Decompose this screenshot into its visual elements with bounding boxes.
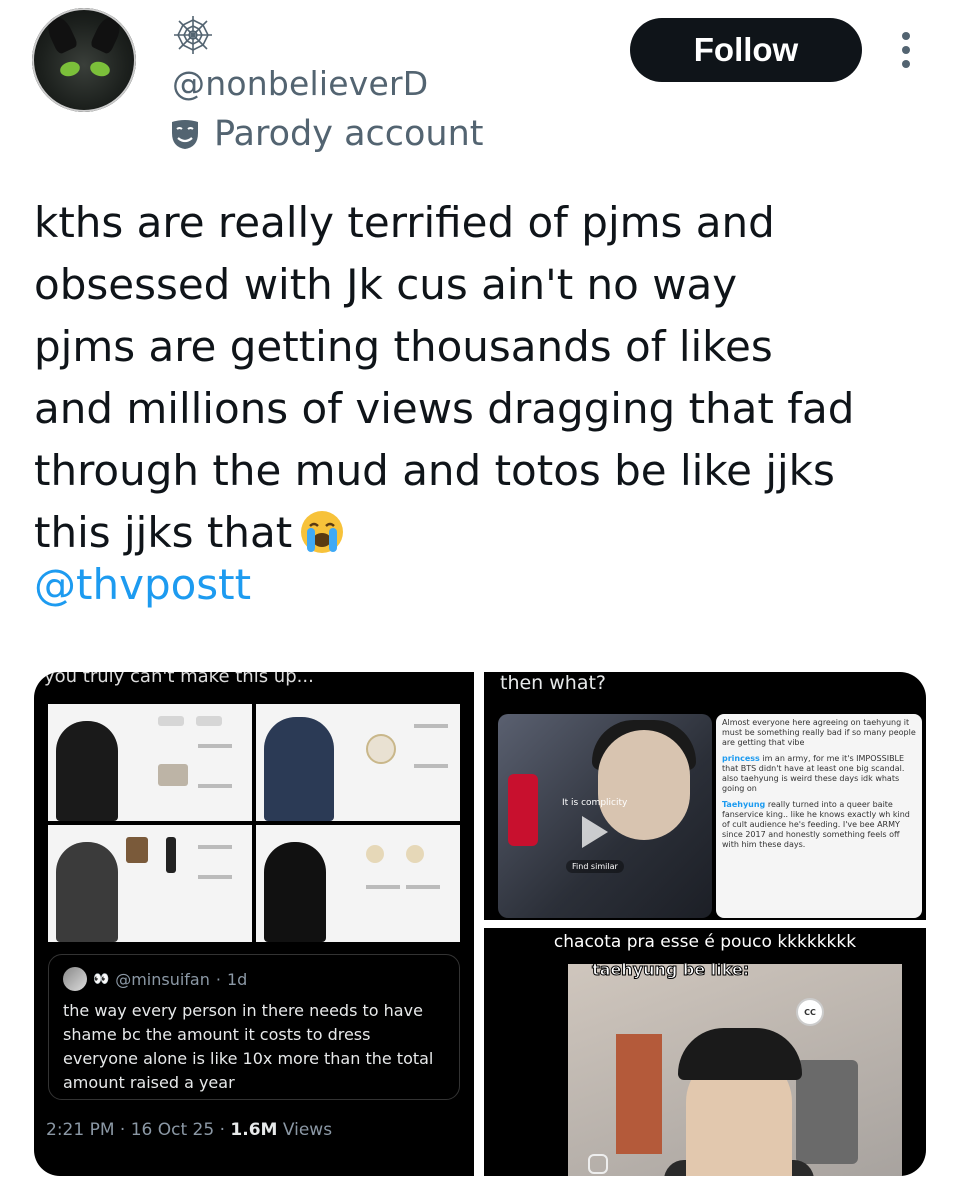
product-item	[196, 716, 222, 726]
pants-item	[166, 837, 176, 873]
quote-header: 👀 @minsuifan · 1d	[63, 967, 445, 991]
comment: Taehyung really turned into a queer bait…	[722, 800, 916, 850]
find-similar: Find similar	[566, 860, 624, 873]
tweet-line: through the mud and totos be like jjks	[34, 446, 835, 495]
quote-text: the way every person in there needs to h…	[63, 1001, 434, 1092]
tweet-line: obsessed with Jk cus ain't no way	[34, 260, 738, 309]
bag-item	[158, 764, 188, 786]
separator-dot: ·	[219, 1120, 231, 1140]
follow-button[interactable]: Follow	[630, 18, 862, 82]
collage-cell	[48, 825, 252, 942]
cc-icon: CC	[796, 998, 824, 1026]
comment-user: princess	[722, 754, 760, 763]
tweet-line-last: this jjks that	[34, 502, 924, 564]
person-figure	[264, 842, 326, 942]
background-mirror	[796, 1060, 858, 1164]
background-door	[616, 1034, 662, 1154]
instagram-icon	[588, 1154, 608, 1174]
spider-web-icon	[174, 16, 212, 54]
outfit-collage	[48, 704, 460, 942]
soda-can	[508, 774, 538, 846]
person-figure	[264, 717, 334, 821]
avatar	[63, 967, 87, 991]
loudly-crying-face-icon	[301, 511, 344, 553]
image-caption: chacota pra esse é pouco kkkkkkkk	[553, 932, 857, 952]
tweet-line: pjms are getting thousands of likes	[34, 322, 773, 371]
product-item	[158, 716, 184, 726]
tweet-line-text: this jjks that	[34, 508, 293, 557]
views-count: 1.6M	[230, 1120, 278, 1140]
price-text	[198, 784, 232, 788]
media-image-tiktok[interactable]: then what? It is complicity Find similar…	[484, 672, 926, 920]
media-image-screenshot[interactable]: you truly can't make this up... 👀 @minsu…	[34, 672, 474, 1176]
necklace-item	[366, 734, 396, 764]
theater-mask-icon	[172, 120, 198, 149]
price-text	[198, 845, 232, 849]
views-label: Views	[282, 1120, 333, 1140]
media-grid[interactable]: you truly can't make this up... 👀 @minsu…	[34, 672, 926, 1176]
comment: Almost everyone here agreeing on taehyun…	[722, 718, 916, 748]
profile-avatar[interactable]	[32, 8, 136, 112]
ring-item	[406, 845, 424, 863]
price-text	[198, 875, 232, 879]
price-text	[406, 885, 440, 889]
jacket-item	[126, 837, 148, 863]
price-text	[414, 764, 448, 768]
author-handle[interactable]: @nonbelieverD	[172, 64, 428, 103]
comment-text: Almost everyone here agreeing on taehyun…	[722, 718, 916, 747]
collage-cell	[48, 704, 252, 821]
tweet-date: 16 Oct 25	[130, 1120, 215, 1140]
comment: princess im an army, for me it's IMPOSSI…	[722, 754, 916, 794]
eyes-emoji-icon: 👀	[93, 971, 110, 987]
collage-cell	[256, 825, 460, 942]
comments-screenshot: Almost everyone here agreeing on taehyun…	[716, 714, 922, 918]
person-face	[598, 730, 690, 840]
separator-dot: ·	[215, 969, 221, 989]
image-caption: you truly can't make this up...	[44, 672, 314, 687]
price-text	[198, 744, 232, 748]
play-icon	[582, 816, 608, 848]
parody-account-label: Parody account	[168, 114, 484, 154]
tweet-time: 2:21 PM	[46, 1120, 115, 1140]
price-text	[414, 724, 448, 728]
comment-user: Taehyung	[722, 800, 766, 809]
more-vertical-icon[interactable]	[898, 32, 914, 68]
tweet-text: kths are really terrified of pjms and ob…	[34, 192, 924, 564]
person-cap	[678, 1028, 802, 1080]
quote-time: 1d	[226, 969, 248, 989]
dot	[902, 60, 910, 68]
person-figure	[56, 842, 118, 942]
dot	[902, 32, 910, 40]
quote-user: @minsuifan	[115, 969, 210, 989]
collage-cell	[256, 704, 460, 821]
tweet-line: kths are really terrified of pjms and	[34, 198, 775, 247]
parody-label-text: Parody account	[214, 114, 484, 154]
separator-dot: ·	[119, 1120, 131, 1140]
mention-link[interactable]: @thvpostt	[34, 560, 251, 609]
person-figure	[56, 721, 118, 821]
meme-subtitle: taehyung be like:	[591, 960, 750, 980]
avatar-ring	[32, 8, 136, 112]
tweet-meta: 2:21 PM · 16 Oct 25 · 1.6M Views	[46, 1120, 332, 1140]
video-frame	[568, 964, 902, 1176]
tweet-line: and millions of views dragging that fad	[34, 384, 855, 433]
quoted-tweet[interactable]: 👀 @minsuifan · 1d the way every person i…	[48, 954, 460, 1100]
image-caption: then what?	[500, 672, 607, 694]
video-label: It is complicity	[562, 798, 628, 808]
media-image-meme[interactable]: chacota pra esse é pouco kkkkkkkk taehyu…	[484, 928, 926, 1176]
price-text	[366, 885, 400, 889]
ring-item	[366, 845, 384, 863]
dot	[902, 46, 910, 54]
video-thumbnail: It is complicity Find similar	[498, 714, 712, 918]
